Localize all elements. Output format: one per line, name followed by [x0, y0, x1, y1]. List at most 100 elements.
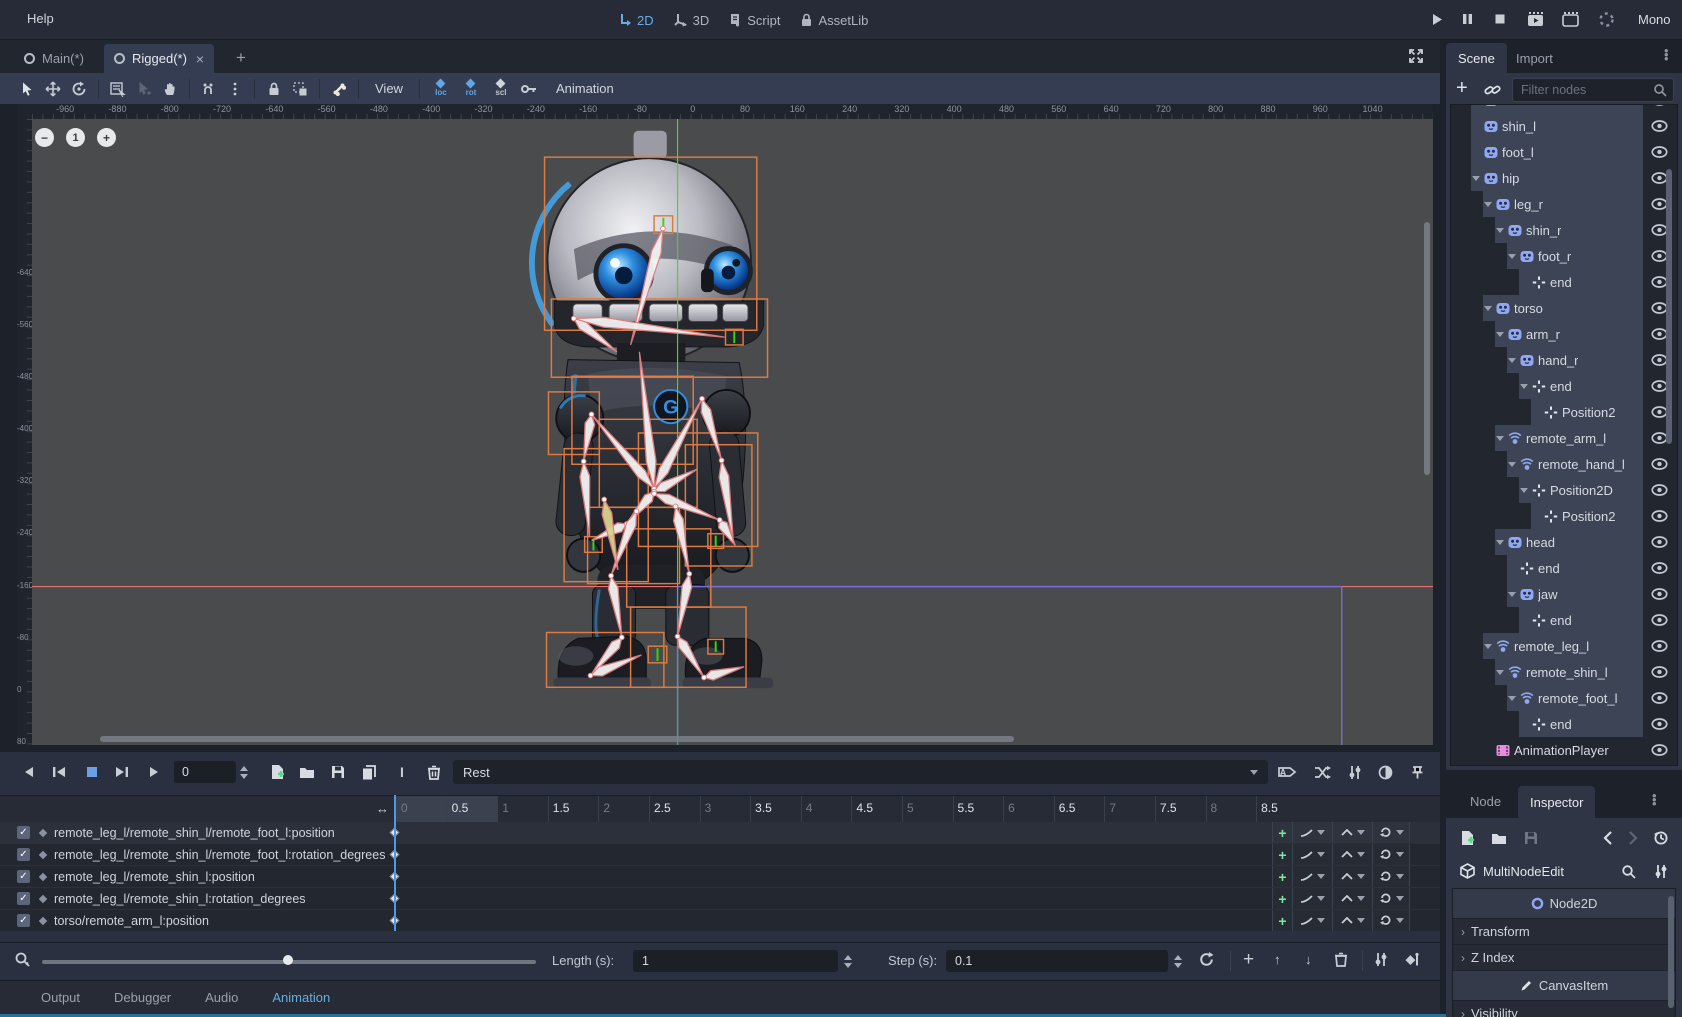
play-icon[interactable]	[141, 760, 167, 784]
visibility-eye-icon[interactable]	[1643, 104, 1675, 106]
visibility-eye-icon[interactable]	[1643, 484, 1675, 496]
animation-name-dropdown[interactable]: Rest	[453, 760, 1268, 784]
update-mode-dropdown[interactable]	[1292, 866, 1332, 887]
expand-arrow-icon[interactable]	[1495, 436, 1504, 441]
visibility-eye-icon[interactable]	[1643, 614, 1675, 626]
scene-tree-row[interactable]: hand_r	[1451, 347, 1677, 373]
animation-tools-sliders-icon[interactable]	[1342, 760, 1368, 784]
key-rot-toggle[interactable]: rot	[456, 80, 486, 97]
add-key-button[interactable]: +	[1272, 910, 1292, 931]
bone-tool-icon[interactable]	[326, 77, 352, 101]
2d-canvas[interactable]: G	[32, 119, 1433, 745]
visibility-eye-icon[interactable]	[1643, 146, 1675, 158]
inspector-tools-icon[interactable]	[1654, 864, 1668, 879]
workspace-assetlib-button[interactable]: AssetLib	[800, 13, 868, 28]
load-animation-icon[interactable]	[294, 760, 320, 784]
expand-arrow-icon[interactable]	[1507, 358, 1516, 363]
length-input[interactable]	[633, 950, 838, 972]
tab-inspector[interactable]: Inspector	[1518, 786, 1595, 818]
distraction-free-icon[interactable]	[1408, 48, 1424, 64]
track-enabled-checkbox[interactable]: ✓	[17, 870, 30, 883]
inspector-section-row[interactable]: › CanvasItem	[1453, 971, 1675, 1001]
animation-track-row[interactable]: ✓ torso/remote_arm_l:position +	[0, 910, 1440, 931]
scene-tree-row[interactable]: remote_shin_l	[1451, 659, 1677, 685]
visibility-eye-icon[interactable]	[1643, 588, 1675, 600]
add-key-button[interactable]: +	[1272, 888, 1292, 909]
group-object-icon[interactable]	[287, 77, 313, 101]
tab-import[interactable]: Import	[1504, 43, 1565, 73]
load-resource-folder-icon[interactable]	[1486, 826, 1512, 850]
visibility-eye-icon[interactable]	[1643, 510, 1675, 522]
expand-arrow-icon[interactable]	[1483, 644, 1492, 649]
key-loc-toggle[interactable]: loc	[426, 80, 456, 97]
scene-tree-row[interactable]: Position2	[1451, 503, 1677, 529]
lock-object-icon[interactable]	[261, 77, 287, 101]
scene-tree-row[interactable]: shin_r	[1451, 217, 1677, 243]
workspace-2d-button[interactable]: 2D	[618, 13, 654, 28]
scene-tree-row[interactable]: hip	[1451, 165, 1677, 191]
expand-arrow-icon[interactable]	[1519, 384, 1528, 389]
visibility-eye-icon[interactable]	[1643, 120, 1675, 132]
add-key-button[interactable]: +	[1272, 844, 1292, 865]
move-track-up-icon[interactable]: ↑	[1274, 952, 1281, 967]
key-scl-toggle[interactable]: scl	[486, 80, 516, 97]
bottom-dock-tab[interactable]: Debugger	[114, 990, 171, 1005]
object-history-icon[interactable]	[1648, 826, 1674, 850]
scene-tree-row[interactable]: end	[1451, 269, 1677, 295]
interpolation-mode-dropdown[interactable]	[1332, 844, 1372, 865]
scene-tree-row[interactable]	[1451, 104, 1677, 113]
delete-track-icon[interactable]	[1334, 952, 1348, 967]
scene-tree-row[interactable]: remote_leg_l	[1451, 633, 1677, 659]
inspector-section-row[interactable]: › Node2D	[1453, 889, 1675, 919]
interpolation-mode-dropdown[interactable]	[1332, 822, 1372, 843]
step-stepper[interactable]	[1172, 950, 1184, 972]
add-key-button[interactable]: +	[1272, 866, 1292, 887]
track-enabled-checkbox[interactable]: ✓	[17, 892, 30, 905]
scene-tree-row[interactable]: remote_hand_l	[1451, 451, 1677, 477]
insert-key-icon[interactable]	[516, 77, 542, 101]
instance-scene-link-icon[interactable]	[1484, 82, 1501, 98]
inspector-options-dots-icon[interactable]: •••	[1652, 794, 1657, 806]
tab-scene[interactable]: Scene	[1446, 43, 1507, 73]
scene-tree-row[interactable]: shin_l	[1451, 113, 1677, 139]
shuffle-blend-times-icon[interactable]	[1309, 760, 1335, 784]
expand-arrow-icon[interactable]	[1495, 540, 1504, 545]
animation-menu[interactable]: Animation	[546, 81, 624, 96]
pin-animation-player-icon[interactable]	[1404, 760, 1430, 784]
loop-mode-dropdown[interactable]	[1372, 822, 1410, 843]
history-forward-icon[interactable]	[1620, 826, 1646, 850]
play-custom-scene-button[interactable]	[1562, 11, 1579, 27]
play-scene-button[interactable]	[1527, 11, 1544, 27]
autoplay-on-load-icon[interactable]: A	[1274, 760, 1300, 784]
stop-button[interactable]	[1494, 13, 1506, 25]
timeline-ruler[interactable]: ↔ 00.511.522.533.544.555.566.577.588.5	[0, 795, 1440, 822]
dock-options-dots-icon[interactable]: •••	[1664, 49, 1669, 61]
inspector-search-icon[interactable]	[1621, 864, 1636, 879]
track-enabled-checkbox[interactable]: ✓	[17, 914, 30, 927]
scene-tree-row[interactable]: foot_l	[1451, 139, 1677, 165]
workspace-script-button[interactable]: Script	[729, 13, 780, 28]
bottom-dock-tab[interactable]: Animation	[272, 990, 330, 1005]
close-tab-icon[interactable]: ×	[196, 51, 204, 67]
expand-arrow-icon[interactable]	[1483, 306, 1492, 311]
scene-tree-scrollbar[interactable]	[1666, 169, 1672, 444]
scene-tree-row[interactable]: jaw	[1451, 581, 1677, 607]
bottom-dock-tab[interactable]: Audio	[205, 990, 238, 1005]
select-pivot-icon[interactable]	[131, 77, 157, 101]
move-tool-icon[interactable]	[40, 77, 66, 101]
pan-tool-icon[interactable]	[157, 77, 183, 101]
select-tool-icon[interactable]	[14, 77, 40, 101]
timeline-zoom-handle[interactable]	[283, 955, 293, 965]
scene-tree-row[interactable]: end	[1451, 711, 1677, 737]
new-resource-icon[interactable]	[1454, 826, 1480, 850]
visibility-eye-icon[interactable]	[1643, 692, 1675, 704]
new-tab-button[interactable]: +	[236, 48, 246, 68]
tab-rigged-scene[interactable]: Rigged(*) ×	[104, 44, 214, 73]
animation-track-row[interactable]: ✓ remote_leg_l/remote_shin_l:rotation_de…	[0, 888, 1440, 909]
tab-node[interactable]: Node	[1470, 794, 1501, 809]
onion-skinning-icon[interactable]	[1372, 760, 1398, 784]
expand-arrow-icon[interactable]	[1507, 696, 1516, 701]
scene-tree-row[interactable]: leg_r	[1451, 191, 1677, 217]
scene-tree-row[interactable]: torso	[1451, 295, 1677, 321]
save-resource-icon[interactable]	[1518, 826, 1544, 850]
